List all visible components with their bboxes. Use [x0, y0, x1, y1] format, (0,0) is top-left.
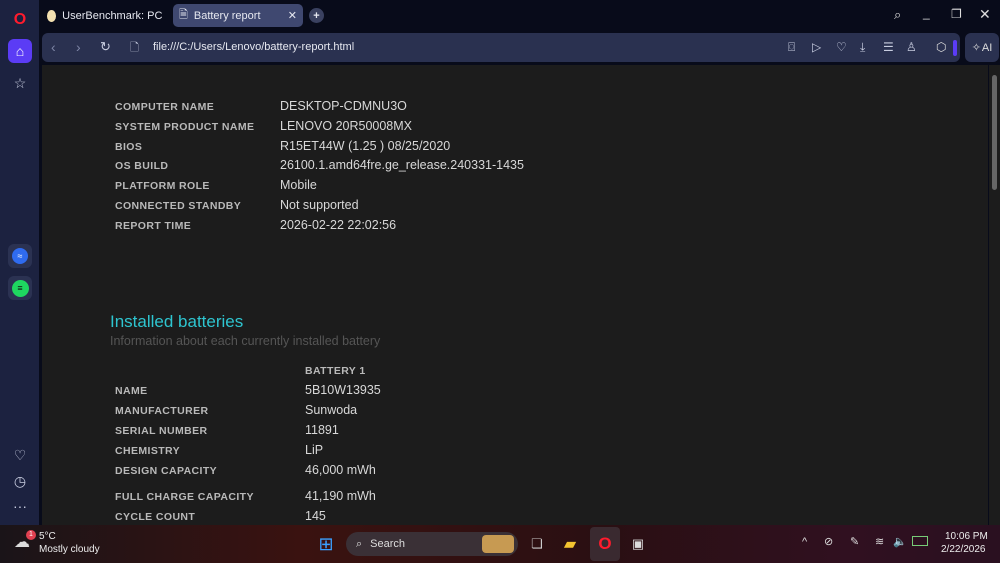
battery-icon[interactable]	[912, 536, 928, 546]
tab-label: Battery report	[193, 9, 261, 22]
home-icon[interactable]: ⌂	[8, 39, 32, 63]
forward-icon[interactable]: ›	[76, 39, 81, 55]
easy-setup-icon[interactable]: ☰	[883, 40, 894, 54]
send-icon[interactable]: ▷	[812, 40, 821, 54]
file-explorer-icon[interactable]: ▰	[560, 533, 580, 555]
document-favicon-icon: 🗎	[179, 9, 188, 21]
weather-badge: 1	[26, 530, 36, 540]
battery-value: Sunwoda	[305, 403, 358, 417]
info-label: REPORT TIME	[115, 219, 192, 232]
section-title: Installed batteries	[110, 312, 244, 331]
search-icon: ⌕	[356, 537, 363, 550]
scrollbar[interactable]	[989, 65, 1000, 525]
taskbar-search[interactable]: ⌕ Search	[346, 532, 518, 556]
battery-value: 11891	[305, 423, 339, 437]
search-highlight-image	[482, 535, 514, 553]
battery-label: SERIAL NUMBER	[115, 425, 208, 437]
wifi-icon[interactable]: ≋	[875, 535, 884, 548]
battery-label: CYCLE COUNT	[115, 511, 196, 523]
info-value: Not supported	[280, 198, 359, 212]
url-input[interactable]: file:///C:/Users/Lenovo/battery-report.h…	[153, 41, 354, 53]
tab-battery-report[interactable]: 🗎 Battery report ✕	[173, 4, 303, 27]
sparkle-icon: ✧	[971, 42, 981, 54]
info-value: LENOVO 20R50008MX	[280, 118, 413, 133]
weather-temp[interactable]: 5°C	[39, 531, 56, 542]
info-value: Mobile	[280, 178, 317, 193]
info-label: COMPUTER NAME	[115, 101, 215, 113]
tab-bar: UserBenchmark: PC Speed 🗎 Battery report…	[39, 0, 1000, 31]
battery-report-page: COMPUTER NAME DESKTOP-CDMNU3O SYSTEM PRODU…	[42, 65, 988, 525]
reload-icon[interactable]: ↻	[100, 39, 111, 55]
store-icon[interactable]: ▣	[628, 533, 648, 555]
search-label: Search	[370, 538, 406, 550]
more-icon[interactable]: ···	[8, 494, 32, 518]
show-hidden-icons[interactable]: ^	[802, 536, 807, 548]
info-label: SYSTEM PRODUCT NAME	[115, 120, 255, 133]
close-tab-icon[interactable]: ✕	[288, 9, 297, 22]
battery-label: NAME	[115, 385, 148, 397]
profile-icon[interactable]: ♙	[906, 40, 917, 54]
info-label: BIOS	[115, 140, 143, 153]
ai-button[interactable]: ✧ AI	[965, 33, 999, 62]
opera-taskbar-icon[interactable]: O	[590, 527, 620, 561]
weather-desc[interactable]: Mostly cloudy	[39, 544, 100, 555]
spotify-icon[interactable]: ≡	[8, 276, 32, 300]
extension-indicator	[953, 40, 957, 56]
search-tabs-icon[interactable]: ⌕	[894, 7, 901, 23]
info-value: 2026-02-22 22:02:56	[280, 217, 397, 232]
snapshot-camera-icon[interactable]: ⌼	[788, 40, 795, 55]
heart-bookmark-icon[interactable]: ♡	[836, 40, 847, 54]
restore-icon[interactable]: ❐	[951, 7, 962, 21]
opera-logo-icon[interactable]: O	[8, 8, 32, 32]
minimize-icon[interactable]: _	[923, 6, 930, 20]
tab-userbenchmark[interactable]: UserBenchmark: PC Speed	[41, 4, 171, 27]
battery-value: 46,000 mWh	[305, 463, 376, 477]
info-label: OS BUILD	[115, 160, 169, 173]
file-icon: 🗋	[130, 42, 139, 54]
taskbar: ☁ 1 5°C Mostly cloudy ⊞ ⌕ Search ❏ ▰ O ▣ …	[0, 525, 1000, 563]
battery-label: MANUFACTURER	[115, 405, 209, 417]
battery-value: 145	[305, 509, 326, 523]
userbenchmark-favicon-icon	[47, 9, 57, 22]
battery-label: DESIGN CAPACITY	[115, 465, 218, 477]
battery-column-header: BATTERY 1	[305, 365, 366, 377]
info-value: 26100.1.amd64fre.ge_release.240331-1435	[280, 158, 524, 173]
history-clock-icon[interactable]: ◷	[8, 469, 32, 493]
messenger-icon[interactable]: ≈	[8, 244, 32, 268]
info-value: DESKTOP-CDMNU3O	[280, 99, 407, 113]
star-icon[interactable]: ☆	[8, 71, 32, 95]
browser-sidebar: O ⌂ ☆ ≈ ≡ ♡ ◷ ···	[0, 0, 39, 525]
ai-label: AI	[981, 41, 993, 54]
section-subtitle: Information about each currently install…	[110, 334, 381, 348]
clock-time[interactable]: 10:06 PM	[945, 531, 988, 542]
notifications-off-icon[interactable]: ⊘	[824, 535, 833, 548]
info-label: PLATFORM ROLE	[115, 180, 210, 193]
task-view-icon[interactable]: ❏	[528, 533, 546, 555]
download-icon[interactable]: ⤓	[860, 40, 865, 55]
extensions-button[interactable]: ⬡	[928, 33, 960, 62]
battery-value: LiP	[305, 443, 324, 457]
close-window-icon[interactable]: ✕	[979, 6, 991, 23]
tab-label: UserBenchmark: PC Speed	[62, 9, 165, 22]
cube-icon: ⬡	[936, 40, 947, 54]
back-icon[interactable]: ‹	[51, 39, 56, 55]
pen-icon[interactable]: ✎	[850, 535, 859, 548]
clock-date[interactable]: 2/22/2026	[941, 544, 986, 555]
info-value: R15ET44W (1.25 ) 08/25/2020	[280, 138, 451, 153]
volume-icon[interactable]: 🔈	[893, 535, 907, 548]
info-label: CONNECTED STANDBY	[115, 200, 242, 212]
battery-value: 41,190 mWh	[305, 489, 376, 503]
heart-icon[interactable]: ♡	[8, 443, 32, 467]
windows-start-icon[interactable]: ⊞	[315, 533, 337, 555]
address-bar: ‹ › ↻ 🗋 file:///C:/Users/Lenovo/battery-…	[42, 33, 955, 62]
battery-value: 5B10W13935	[305, 383, 381, 397]
battery-label: CHEMISTRY	[115, 445, 181, 457]
new-tab-button[interactable]: +	[309, 8, 324, 23]
battery-label: FULL CHARGE CAPACITY	[115, 491, 254, 503]
